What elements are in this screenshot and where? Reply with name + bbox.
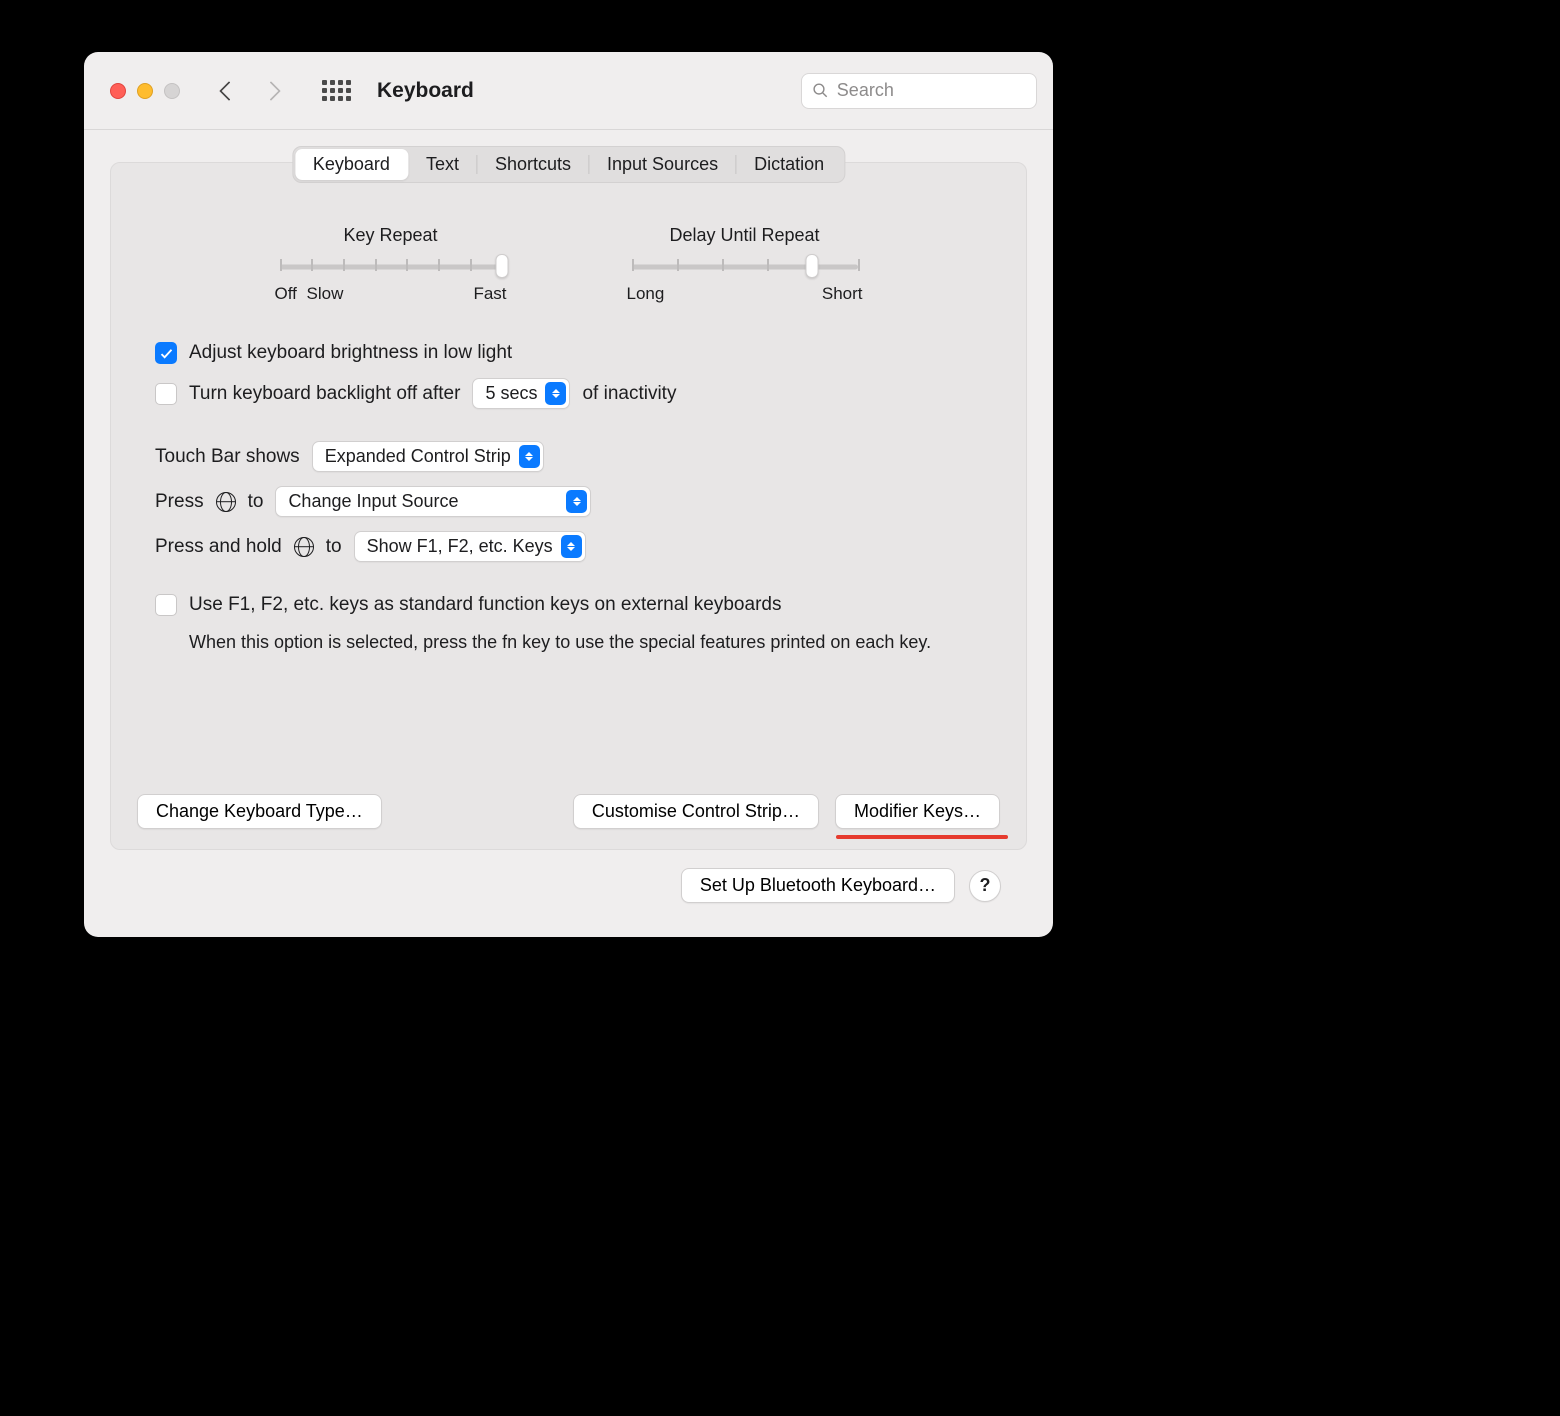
key-repeat-slow-label: Slow: [307, 284, 344, 304]
press-hold-select[interactable]: Show F1, F2, etc. Keys: [354, 531, 586, 562]
annotation-underline: [836, 835, 1008, 839]
page-title: Keyboard: [377, 79, 474, 103]
titlebar: Keyboard: [84, 52, 1053, 130]
stepper-icon: [566, 490, 587, 513]
tab-keyboard[interactable]: Keyboard: [295, 149, 408, 180]
tab-dictation[interactable]: Dictation: [736, 149, 842, 180]
touch-bar-select[interactable]: Expanded Control Strip: [312, 441, 544, 472]
tab-bar: Keyboard Text Shortcuts Input Sources Di…: [292, 146, 845, 183]
change-keyboard-type-button[interactable]: Change Keyboard Type…: [137, 794, 382, 829]
fn-keys-label: Use F1, F2, etc. keys as standard functi…: [189, 594, 781, 616]
customise-control-strip-button[interactable]: Customise Control Strip…: [573, 794, 819, 829]
tab-input-sources[interactable]: Input Sources: [589, 149, 736, 180]
touch-bar-value: Expanded Control Strip: [325, 446, 511, 467]
tab-text[interactable]: Text: [408, 149, 477, 180]
globe-icon: [216, 492, 236, 512]
close-window-button[interactable]: [110, 83, 126, 99]
press-globe-select[interactable]: Change Input Source: [275, 486, 591, 517]
globe-icon: [294, 537, 314, 557]
press-globe-value: Change Input Source: [288, 491, 458, 512]
press-hold-value: Show F1, F2, etc. Keys: [367, 536, 553, 557]
touch-bar-label: Touch Bar shows: [155, 446, 300, 468]
show-all-icon[interactable]: [322, 80, 351, 101]
setup-bluetooth-keyboard-button[interactable]: Set Up Bluetooth Keyboard…: [681, 868, 955, 903]
key-repeat-label: Key Repeat: [275, 225, 507, 246]
key-repeat-thumb[interactable]: [495, 254, 508, 278]
press-globe-label-after: to: [248, 491, 264, 513]
adjust-brightness-checkbox[interactable]: [155, 342, 177, 364]
search-icon: [812, 81, 829, 100]
settings-panel: Keyboard Text Shortcuts Input Sources Di…: [110, 162, 1027, 850]
delay-repeat-label: Delay Until Repeat: [627, 225, 863, 246]
forward-button: [261, 81, 281, 101]
delay-repeat-thumb[interactable]: [806, 254, 819, 278]
press-hold-label-after: to: [326, 536, 342, 558]
zoom-window-button[interactable]: [164, 83, 180, 99]
adjust-brightness-label: Adjust keyboard brightness in low light: [189, 342, 512, 364]
delay-repeat-slider[interactable]: [632, 258, 858, 276]
help-button[interactable]: ?: [969, 870, 1001, 902]
nav-arrows: [222, 84, 278, 98]
backlight-off-checkbox[interactable]: [155, 383, 177, 405]
stepper-icon: [561, 535, 582, 558]
stepper-icon: [519, 445, 540, 468]
backlight-off-label-after: of inactivity: [582, 383, 676, 405]
key-repeat-slider[interactable]: [280, 258, 502, 276]
delay-repeat-max-label: Short: [822, 284, 863, 304]
fn-keys-hint: When this option is selected, press the …: [189, 630, 949, 655]
press-hold-label-before: Press and hold: [155, 536, 282, 558]
press-globe-label-before: Press: [155, 491, 204, 513]
search-input[interactable]: [837, 80, 1026, 101]
back-button[interactable]: [219, 81, 239, 101]
preferences-window: Keyboard Keyboard Text Shortcuts Input S…: [84, 52, 1053, 937]
fn-keys-checkbox[interactable]: [155, 594, 177, 616]
search-field[interactable]: [801, 73, 1037, 109]
key-repeat-max-label: Fast: [473, 284, 506, 304]
tab-shortcuts[interactable]: Shortcuts: [477, 149, 589, 180]
minimize-window-button[interactable]: [137, 83, 153, 99]
backlight-off-value: 5 secs: [485, 383, 537, 404]
modifier-keys-button[interactable]: Modifier Keys…: [835, 794, 1000, 829]
delay-repeat-min-label: Long: [627, 284, 665, 304]
window-controls: [110, 83, 180, 99]
key-repeat-min-label: Off: [275, 284, 297, 304]
stepper-icon: [545, 382, 566, 405]
backlight-off-label-before: Turn keyboard backlight off after: [189, 383, 460, 405]
backlight-off-select[interactable]: 5 secs: [472, 378, 570, 409]
